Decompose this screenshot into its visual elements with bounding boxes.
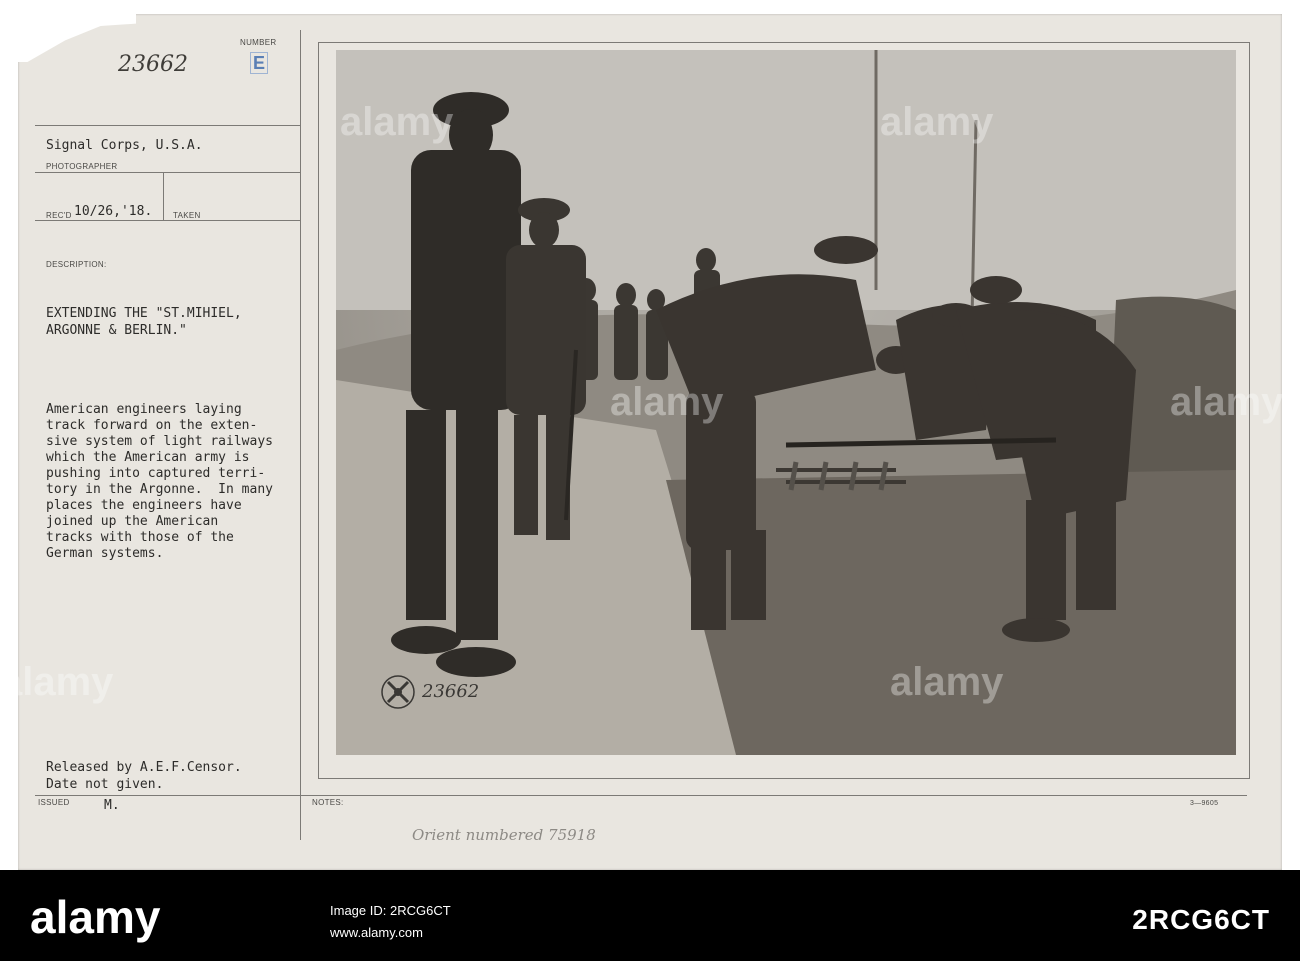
stock-footer	[0, 870, 1300, 961]
footer-info: Image ID: 2RCG6CT www.alamy.com	[330, 900, 451, 944]
signal-corps-stamp	[381, 675, 415, 709]
organization: Signal Corps, U.S.A.	[46, 138, 203, 153]
notes-label: NOTES:	[312, 798, 344, 807]
caption-line: American engineers laying	[46, 402, 242, 417]
issued-label: ISSUED	[38, 798, 70, 807]
caption-body: American engineers laying track forward …	[46, 402, 273, 562]
caption-line: sive system of light railways	[46, 434, 273, 449]
caption-title-line-1: EXTENDING THE "ST.MIHIEL,	[46, 306, 242, 321]
watermark: alamy	[340, 100, 454, 144]
alamy-logo[interactable]: alamy	[30, 890, 160, 944]
caption-line: pushing into captured terri-	[46, 466, 266, 481]
stamp-number: 23662	[422, 681, 480, 702]
column-divider	[300, 30, 301, 840]
recd-date: 10/26,'18.	[74, 204, 153, 219]
photographer-label: PHOTOGRAPHER	[46, 162, 118, 171]
caption-line: places the engineers have	[46, 498, 242, 513]
rule-number	[35, 125, 300, 126]
description-label: DESCRIPTION:	[46, 260, 107, 269]
recd-label: REC'D	[46, 211, 72, 220]
watermark: alamy	[890, 660, 1004, 704]
rule-recd	[35, 220, 300, 221]
photo-illustration	[336, 50, 1236, 755]
taken-label: TAKEN	[173, 211, 201, 220]
caption-line: track forward on the exten-	[46, 418, 258, 433]
caption-line: which the American army is	[46, 450, 250, 465]
rule-recd-divider	[163, 172, 164, 220]
image-id: 2RCG6CT	[1132, 904, 1270, 935]
watermark: alamy	[1170, 380, 1284, 424]
watermark: alamy	[610, 380, 724, 424]
watermark: alamy	[880, 100, 994, 144]
number-letter: E	[250, 52, 268, 74]
footer-url[interactable]: www.alamy.com	[330, 922, 451, 944]
image-id-label: Image ID: 2RCG6CT	[330, 903, 451, 918]
rule-bottom	[35, 795, 1247, 796]
caption-line: joined up the American	[46, 514, 219, 529]
notes-handwriting: Orient numbered 75918	[412, 826, 596, 844]
caption-line: tracks with those of the	[46, 530, 234, 545]
caption-line: German systems.	[46, 546, 164, 561]
historical-photograph	[336, 50, 1236, 755]
release-line-1: Released by A.E.F.Censor.	[46, 760, 242, 775]
watermark: alamy	[0, 660, 114, 704]
caption-line: tory in the Argonne. In many	[46, 482, 273, 497]
rule-photographer	[35, 172, 300, 173]
number-label: NUMBER	[240, 38, 277, 47]
caption-title-line-2: ARGONNE & BERLIN."	[46, 323, 187, 338]
release-line-2: Date not given.	[46, 777, 164, 792]
issued-value: M.	[104, 798, 120, 813]
handwritten-number: 23662	[118, 52, 188, 77]
form-code: 3—9605	[1190, 800, 1219, 807]
